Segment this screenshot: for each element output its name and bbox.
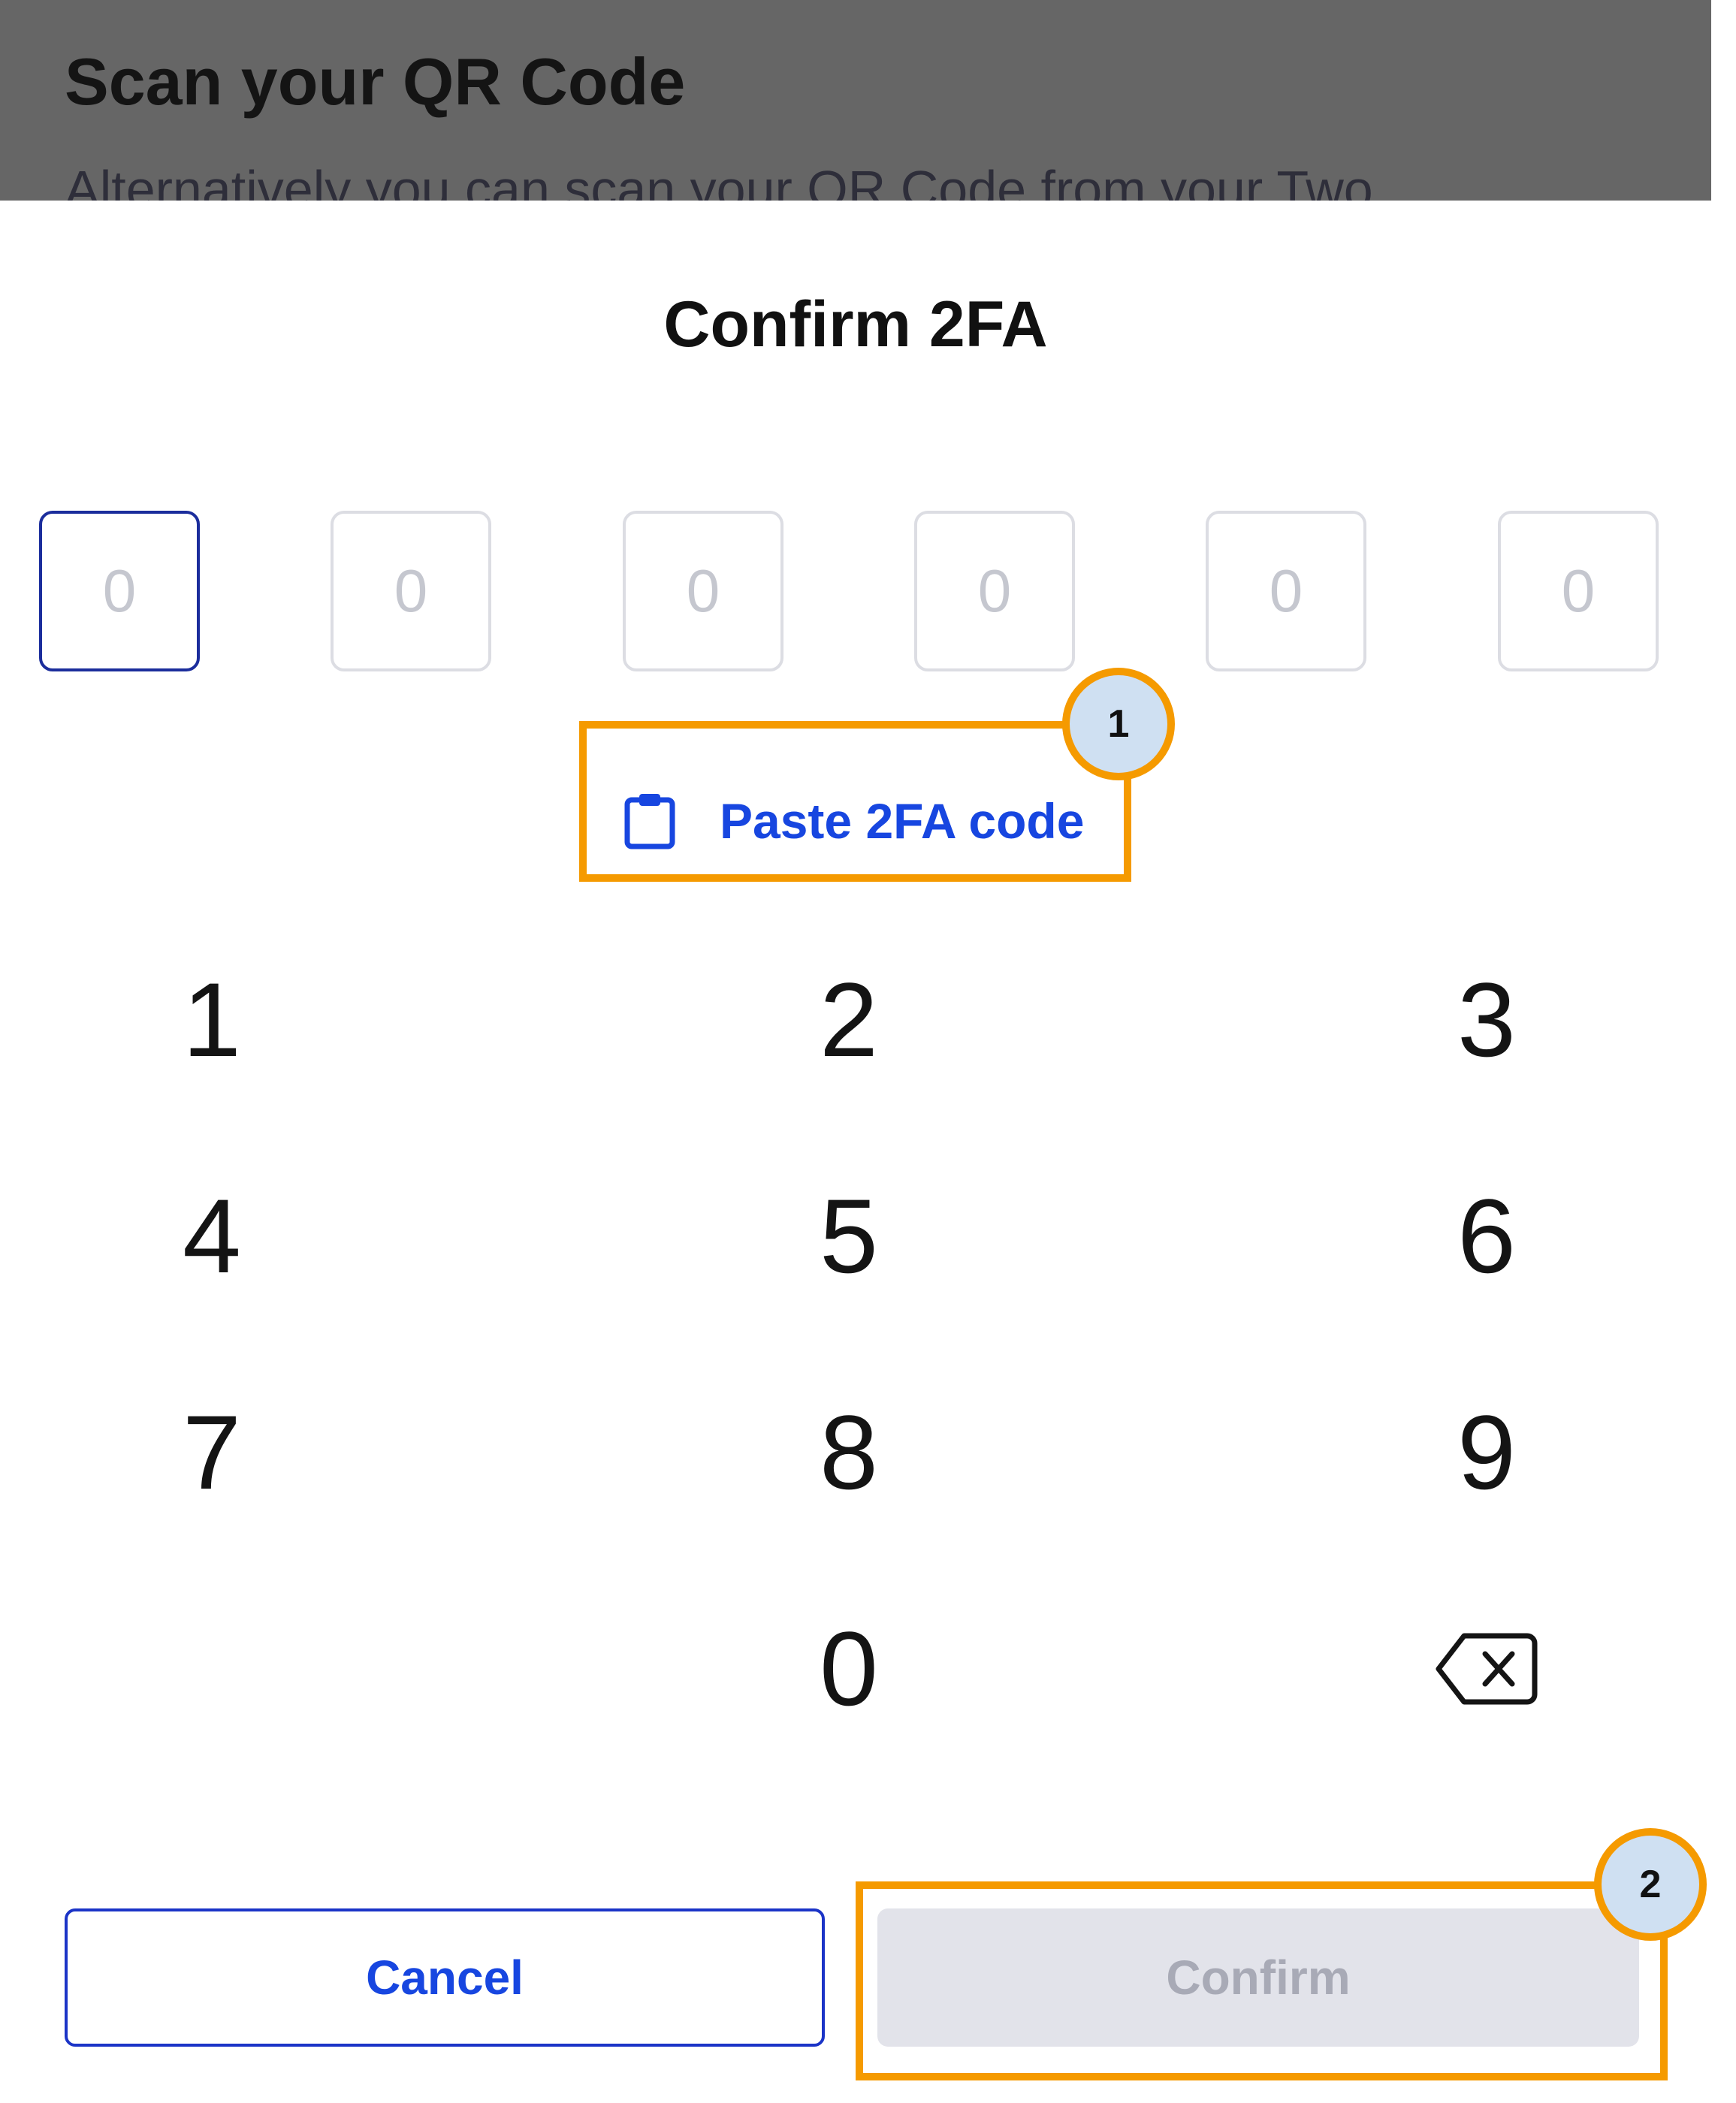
backspace-button[interactable]	[1336, 1601, 1637, 1736]
keypad-key-0[interactable]: 0	[699, 1601, 999, 1736]
otp-digit-6[interactable]: 0	[1498, 511, 1659, 671]
keypad-key-9[interactable]: 9	[1336, 1385, 1637, 1520]
otp-digit-2[interactable]: 0	[331, 511, 491, 671]
cancel-button[interactable]: Cancel	[65, 1908, 825, 2047]
keypad-key-2[interactable]: 2	[699, 952, 999, 1088]
background-subtitle: Alternatively you can scan your QR Code …	[65, 160, 1373, 201]
background-screen: Scan your QR Code Alternatively you can …	[0, 0, 1711, 201]
otp-digit-3[interactable]: 0	[623, 511, 783, 671]
keypad-key-8[interactable]: 8	[699, 1385, 999, 1520]
keypad-key-6[interactable]: 6	[1336, 1169, 1637, 1304]
otp-placeholder: 0	[686, 557, 720, 624]
keypad-key-7[interactable]: 7	[62, 1385, 362, 1520]
keypad-key-3[interactable]: 3	[1336, 952, 1637, 1088]
otp-placeholder: 0	[102, 557, 137, 624]
sheet-title: Confirm 2FA	[663, 288, 1048, 361]
otp-digit-5[interactable]: 0	[1206, 511, 1366, 671]
otp-placeholder: 0	[394, 557, 428, 624]
keypad-key-5[interactable]: 5	[699, 1169, 999, 1304]
highlight-box-2	[856, 1881, 1668, 2080]
background-title: Scan your QR Code	[65, 44, 686, 119]
cancel-label: Cancel	[366, 1951, 524, 2005]
otp-placeholder: 0	[1269, 557, 1303, 624]
otp-digit-1[interactable]: 0	[39, 511, 200, 671]
annotation-badge-2: 2	[1594, 1828, 1707, 1941]
otp-placeholder: 0	[1561, 557, 1596, 624]
highlight-box-1	[579, 721, 1131, 882]
otp-digit-4[interactable]: 0	[914, 511, 1075, 671]
confirm-2fa-sheet: Confirm 2FA 0 0 0 0 0 0 Paste 2FA code 1…	[0, 201, 1736, 2103]
keypad-key-1[interactable]: 1	[62, 952, 362, 1088]
annotation-badge-1: 1	[1062, 668, 1175, 780]
keypad-key-4[interactable]: 4	[62, 1169, 362, 1304]
otp-placeholder: 0	[977, 557, 1012, 624]
backspace-icon	[1436, 1633, 1538, 1705]
